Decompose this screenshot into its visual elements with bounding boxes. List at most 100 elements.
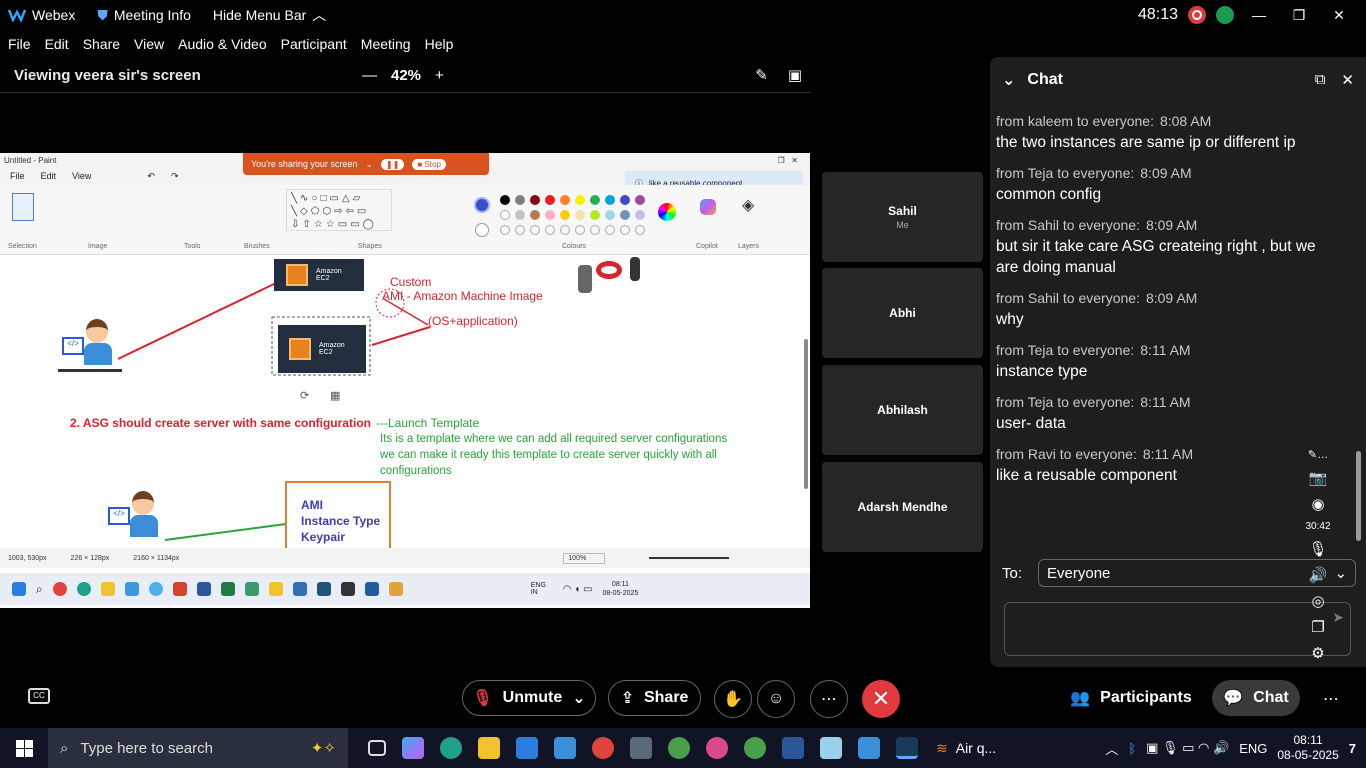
powerpoint-icon[interactable]	[172, 582, 187, 596]
reactions-button[interactable]: ☺	[757, 680, 795, 718]
tray-icons[interactable]: ▣ 🎙 ▭ ◠ 🔊	[1146, 740, 1229, 756]
unmute-button[interactable]: 🎙 Unmute ⌄	[462, 680, 596, 716]
paint-app-icon[interactable]	[148, 582, 163, 596]
camera-icon[interactable]: 📷	[1309, 469, 1328, 487]
app-icon[interactable]	[668, 737, 690, 759]
app-icon[interactable]	[340, 582, 355, 596]
participant-tile-adarsh[interactable]: Adarsh Mendhe	[822, 462, 983, 552]
paint-menu-file[interactable]: File	[10, 171, 25, 181]
windows-start-icon[interactable]	[12, 582, 26, 596]
chat-input[interactable]: ➤	[1004, 602, 1351, 656]
participant-tile-abhilash[interactable]: Abhilash	[822, 365, 983, 455]
network-health-icon[interactable]	[1216, 6, 1234, 24]
search-icon[interactable]: ⌕	[36, 582, 43, 597]
app-icon[interactable]	[820, 737, 842, 759]
chat-scroll-thumb[interactable]	[1356, 451, 1361, 541]
virtualbox-icon[interactable]	[364, 582, 379, 596]
edge-app-icon[interactable]	[440, 737, 462, 759]
participant-tile-sahil[interactable]: Sahil Me	[822, 172, 983, 262]
paint-menu-view[interactable]: View	[72, 171, 91, 181]
zoom-out-button[interactable]: —	[362, 67, 377, 84]
menu-share[interactable]: Share	[83, 36, 120, 52]
menu-audio-video[interactable]: Audio & Video	[178, 36, 266, 52]
microphone-icon[interactable]: 🎙	[1308, 540, 1327, 558]
minimize-button[interactable]: —	[1244, 7, 1274, 23]
menu-help[interactable]: Help	[425, 36, 454, 52]
folder-icon[interactable]	[100, 582, 115, 596]
participant-tile-abhi[interactable]: Abhi	[822, 268, 983, 358]
inner-tray-icons[interactable]: ◠ ◖ ▭	[563, 584, 593, 595]
speaker-icon[interactable]: 🔊	[1309, 566, 1328, 584]
chat-button[interactable]: 💬 Chat	[1212, 680, 1300, 716]
clock[interactable]: 08:11 08-05-2025	[1277, 733, 1338, 763]
paint-zoom[interactable]: 100%	[563, 552, 606, 564]
more-options-button[interactable]: ⋯	[810, 680, 848, 718]
recording-icon[interactable]	[1188, 6, 1206, 24]
explorer-icon[interactable]	[268, 582, 283, 596]
shapes-gallery[interactable]: ╲∿○□▭△▱ ╲◇⬠⬡⇨⇦▭ ⇩⇧☆☆▭▭◯	[286, 189, 392, 231]
edge-icon[interactable]	[76, 582, 91, 596]
copilot-app-icon[interactable]	[402, 737, 424, 759]
pop-out-icon[interactable]: ⧉	[1315, 71, 1326, 89]
selection-tool-icon[interactable]	[12, 193, 34, 221]
start-button[interactable]	[0, 728, 48, 768]
menu-file[interactable]: File	[8, 36, 31, 52]
collapse-chevron-icon[interactable]: ⌄	[1002, 70, 1015, 90]
layers-icon[interactable]: ◈	[742, 195, 754, 215]
share-button[interactable]: ⇪ Share	[608, 680, 701, 716]
task-view-icon[interactable]	[368, 740, 386, 756]
refresh-icon[interactable]: ⟳	[300, 389, 309, 402]
chevron-down-icon[interactable]: ⌄	[572, 688, 585, 708]
settings-gear-icon[interactable]: ⚙	[1311, 644, 1324, 662]
more-panel-button[interactable]: ⋯	[1312, 680, 1350, 718]
record-icon[interactable]: ◉	[1311, 495, 1324, 513]
raise-hand-button[interactable]: ✋	[714, 680, 752, 718]
word-app-icon[interactable]	[782, 737, 804, 759]
webex-app-icon[interactable]	[896, 737, 918, 759]
paint-window-controls[interactable]: ❐ ✕	[777, 156, 798, 165]
zoom-slider[interactable]	[649, 557, 730, 559]
view-options-icon[interactable]: ▣	[788, 66, 802, 84]
restore-button[interactable]: ❐	[1284, 7, 1314, 24]
app-icon[interactable]	[388, 582, 403, 596]
menu-edit[interactable]: Edit	[45, 36, 69, 52]
chrome-icon[interactable]	[52, 582, 67, 596]
pen-icon[interactable]: ✎…	[1308, 448, 1328, 461]
store-icon[interactable]	[516, 737, 538, 759]
menu-meeting[interactable]: Meeting	[361, 36, 411, 52]
notification-badge[interactable]: 7	[1349, 741, 1356, 756]
webcam-icon[interactable]: ◎	[1311, 592, 1324, 610]
meeting-info-button[interactable]: ⛊ Meeting Info	[97, 7, 191, 24]
hide-menu-bar-button[interactable]: Hide Menu Bar ︿	[213, 5, 326, 25]
app-icon[interactable]	[292, 582, 307, 596]
windows-icon[interactable]: ❐	[1311, 618, 1324, 636]
paint-menu-edit[interactable]: Edit	[41, 171, 57, 181]
language-indicator[interactable]: ENG	[1239, 741, 1267, 756]
webex-menu[interactable]: Webex	[8, 7, 75, 23]
photos-icon[interactable]	[630, 737, 652, 759]
app-icon[interactable]	[744, 737, 766, 759]
stop-share-button[interactable]: ■ Stop	[412, 158, 446, 170]
annotate-icon[interactable]: ✎	[755, 66, 768, 84]
closed-captions-button[interactable]: CC	[28, 688, 50, 704]
chrome-app-icon[interactable]	[592, 737, 614, 759]
vscode-icon[interactable]	[316, 582, 331, 596]
participants-button[interactable]: 👥 Participants	[1062, 680, 1200, 716]
pause-button[interactable]: ❚❚	[381, 158, 405, 170]
bluetooth-icon[interactable]: ᛒ	[1128, 741, 1136, 756]
word-icon[interactable]	[196, 582, 211, 596]
paint-canvas[interactable]: Amazon EC2 Amazon EC2 Custom AMI - Amazo…	[0, 257, 808, 556]
transparency-icon[interactable]: ▦	[330, 389, 340, 402]
close-chat-icon[interactable]: ✕	[1341, 71, 1354, 89]
redo-icon[interactable]: ↷	[171, 171, 179, 182]
send-icon[interactable]: ➤	[1332, 609, 1344, 626]
primary-colour[interactable]	[474, 197, 490, 213]
notepad-icon[interactable]	[124, 582, 139, 596]
close-window-button[interactable]: ✕	[1324, 7, 1354, 24]
app-icon[interactable]	[706, 737, 728, 759]
chevron-down-icon[interactable]: ⌄	[365, 159, 373, 170]
menu-view[interactable]: View	[134, 36, 164, 52]
colour-palette[interactable]	[500, 195, 645, 235]
end-call-button[interactable]: ✕	[862, 680, 900, 718]
zoom-in-button[interactable]: +	[435, 67, 444, 84]
